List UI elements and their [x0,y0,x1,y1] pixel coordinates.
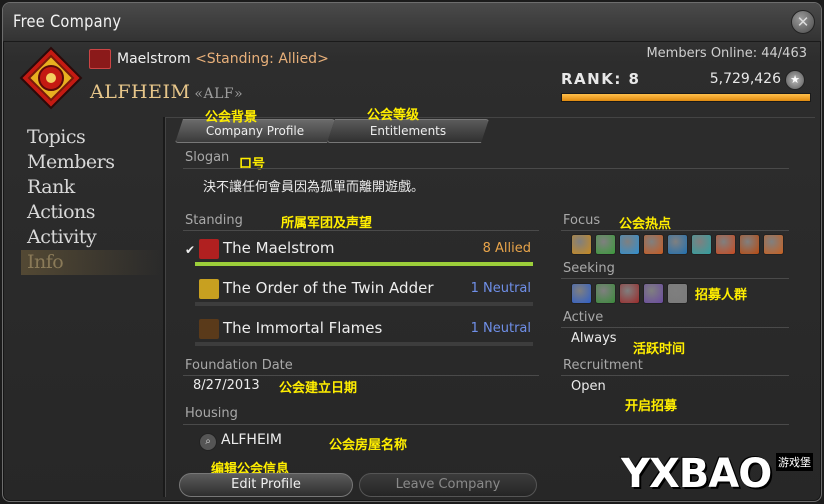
standing-name: The Immortal Flames [223,319,383,337]
focus-label: Focus [563,213,601,228]
housing-estate: ALFHEIM [221,432,283,448]
grand-company-name: Maelstrom [117,51,191,67]
sidebar-divider [163,117,166,497]
twin-adder-icon [199,279,219,299]
housing-rule [183,424,789,425]
free-company-window: Free Company ✕ Maelstrom <Standing: Alli… [2,2,822,502]
standing-rank: 1 Neutral [470,281,531,296]
standing-bar [195,262,533,266]
annotation-housing: 公会房屋名称 [329,438,408,453]
sidebar: Topics Members Rank Actions Activity Inf… [21,125,161,275]
sidebar-item-info[interactable]: Info [21,250,161,275]
dps-icon [619,283,640,304]
selected-check-icon: ✔ [185,243,196,257]
sidebar-item-topics[interactable]: Topics [21,125,161,150]
sidebar-item-actions[interactable]: Actions [21,200,161,225]
annotation-active: 活跃时间 [633,342,686,357]
rank-progress-bar [561,93,811,102]
rank-points: 5,729,426 [709,71,781,87]
members-online: Members Online: 44/463 [646,46,807,61]
seeking-rule [561,278,789,279]
maelstrom-icon [199,239,219,259]
slogan-rule [183,168,789,169]
company-tag: «ALF» [194,86,244,102]
annotation-seeking: 招募人群 [695,288,748,303]
raids-icon [739,234,760,255]
standing-rank: 8 Allied [482,241,531,256]
watermark-cn: 游戏堡 [776,453,813,471]
standing-row-immortal-flames[interactable]: The Immortal Flames 1 Neutral [195,315,535,346]
active-rule [561,327,789,328]
edit-profile-button[interactable]: Edit Profile [179,473,353,497]
gatherer-icon [667,283,688,304]
company-crest-icon [19,46,83,110]
recruitment-value: Open [571,379,606,394]
role-playing-icon [571,234,592,255]
standing-bar [195,302,533,306]
foundation-label: Foundation Date [185,358,293,373]
star-icon: ★ [785,70,805,90]
annotation-foundation: 公会建立日期 [279,381,358,396]
annotation-recruitment: 开启招募 [625,399,678,414]
maelstrom-icon [89,49,111,69]
active-value: Always [571,331,617,346]
seeking-label: Seeking [563,261,615,276]
sidebar-item-members[interactable]: Members [21,150,161,175]
focus-rule [561,230,789,231]
healer-icon [595,283,616,304]
leave-company-button[interactable]: Leave Company [359,473,537,497]
standing-bar [195,342,533,346]
guildhests-icon [691,234,712,255]
sidebar-item-activity[interactable]: Activity [21,225,161,250]
company-name-line: ALFHEIM «ALF» [90,81,243,103]
rank-progress-fill [562,94,810,101]
search-icon[interactable]: ⌕ [199,433,217,451]
standing-name: The Order of the Twin Adder [223,279,434,297]
tank-icon [571,283,592,304]
immortal-flames-icon [199,319,219,339]
grand-company-line: Maelstrom <Standing: Allied> [117,51,329,67]
trials-icon [715,234,736,255]
watermark-logo: YXBAO 游戏堡 [621,451,815,497]
focus-icon-list [571,234,787,259]
slogan-label: Slogan [185,150,230,165]
dungeons-icon [667,234,688,255]
standing-row-twin-adder[interactable]: The Order of the Twin Adder 1 Neutral [195,275,535,306]
slogan-text: 決不讓任何會員因為孤單而離開遊戲。 [203,180,425,195]
watermark-text: YXBAO [621,451,772,497]
standing-row-maelstrom[interactable]: The Maelstrom 8 Allied [195,235,535,266]
annotation-entitlements: 公会等级 [367,108,420,123]
standing-rule [183,230,539,231]
header-divider [165,117,815,118]
recruitment-rule [561,375,789,376]
company-name: ALFHEIM [90,81,191,103]
foundation-rule [183,375,539,376]
recruitment-label: Recruitment [563,358,643,373]
hardcore-icon [643,234,664,255]
grand-company-standing: <Standing: Allied> [195,51,329,67]
title-bar[interactable]: Free Company ✕ [3,3,821,42]
rank-label: RANK: 8 [561,70,641,88]
standing-label: Standing [185,213,243,228]
standing-name: The Maelstrom [223,239,335,257]
pvp-icon [763,234,784,255]
window-title: Free Company [13,12,122,32]
leveling-icon [595,234,616,255]
close-icon[interactable]: ✕ [791,10,815,34]
foundation-date: 8/27/2013 [193,378,260,393]
standing-rank: 1 Neutral [470,321,531,336]
standing-bar-fill [195,262,533,266]
annotation-standing: 所属军团及声望 [281,216,373,231]
annotation-slogan: 口号 [239,157,266,172]
housing-label: Housing [185,406,238,421]
crafter-icon [643,283,664,304]
annotation-company-profile: 公会背景 [205,110,258,125]
active-label: Active [563,310,604,325]
sidebar-item-rank[interactable]: Rank [21,175,161,200]
seeking-icon-list [571,283,691,308]
casual-icon [619,234,640,255]
